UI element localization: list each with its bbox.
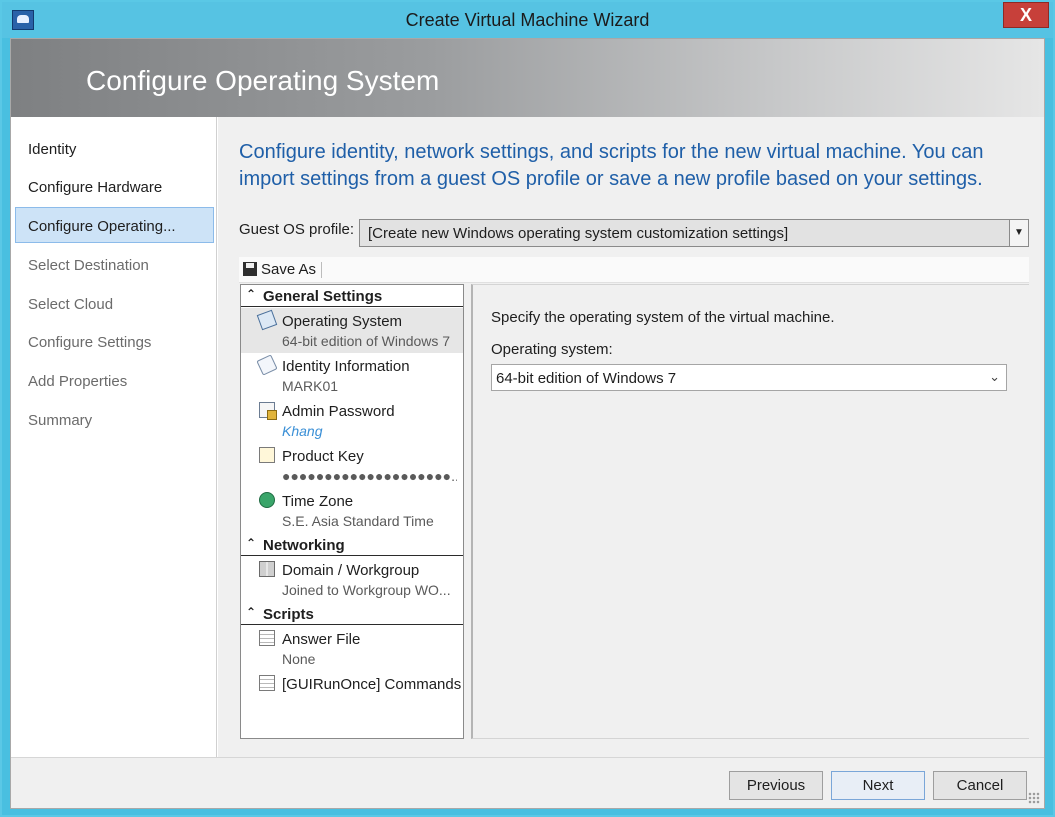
wizard-steps-nav: Identity Configure Hardware Configure Op… xyxy=(11,117,217,757)
password-icon xyxy=(259,402,277,420)
operating-system-value: 64-bit edition of Windows 7 xyxy=(496,370,677,387)
collapse-chevron-icon[interactable]: ⌃ xyxy=(246,536,256,550)
list-item-time-zone[interactable]: Time Zone S.E. Asia Standard Time xyxy=(241,488,463,533)
resize-grip-icon[interactable] xyxy=(1028,792,1040,804)
list-item-guirunonce-commands[interactable]: [GUIRunOnce] Commands xyxy=(241,671,463,716)
guest-os-profile-value: [Create new Windows operating system cus… xyxy=(368,225,789,242)
group-label: Scripts xyxy=(263,606,314,623)
next-button[interactable]: Next xyxy=(831,771,925,800)
previous-button[interactable]: Previous xyxy=(729,771,823,800)
save-as-label: Save As xyxy=(261,261,317,278)
group-header-scripts[interactable]: ⌃ Scripts xyxy=(241,603,463,625)
list-item-title: Answer File xyxy=(282,631,361,648)
group-label: General Settings xyxy=(263,288,383,305)
list-item-title: Time Zone xyxy=(282,493,354,510)
collapse-chevron-icon[interactable]: ⌃ xyxy=(246,605,256,619)
main-pane: Configure identity, network settings, an… xyxy=(218,117,1044,757)
nav-item-configure-hardware[interactable]: Configure Hardware xyxy=(28,179,162,196)
file-icon xyxy=(259,675,275,691)
network-icon xyxy=(259,561,275,577)
chevron-down-icon[interactable]: ⌄ xyxy=(989,369,1000,385)
wizard-footer: Previous Next Cancel xyxy=(11,757,1044,808)
guest-os-profile-label: Guest OS profile: xyxy=(239,221,355,238)
dropdown-arrow-icon[interactable]: ▼ xyxy=(1009,220,1028,246)
list-item-title: Identity Information xyxy=(282,358,410,375)
list-item-value: MARK01 xyxy=(282,378,339,394)
list-item-operating-system[interactable]: Operating System 64-bit edition of Windo… xyxy=(241,308,463,353)
list-item-title: Admin Password xyxy=(282,403,395,420)
toolbar-separator xyxy=(321,262,322,278)
detail-panel: Specify the operating system of the virt… xyxy=(471,284,1029,739)
list-item-domain-workgroup[interactable]: Domain / Workgroup Joined to Workgroup W… xyxy=(241,557,463,602)
guest-os-profile-dropdown[interactable]: [Create new Windows operating system cus… xyxy=(359,219,1029,247)
list-item-value: 64-bit edition of Windows 7 xyxy=(282,333,451,349)
close-button[interactable]: X xyxy=(1003,2,1049,28)
identity-icon xyxy=(256,354,278,376)
group-header-networking[interactable]: ⌃ Networking xyxy=(241,534,463,556)
page-banner: Configure Operating System xyxy=(11,39,1044,117)
list-item-product-key[interactable]: Product Key ●●●●●●●●●●●●●●●●●●●●... xyxy=(241,443,463,488)
settings-list: ⌃ General Settings Operating System 64-b… xyxy=(240,284,464,739)
os-icon xyxy=(256,309,278,331)
list-item-title: Domain / Workgroup xyxy=(282,562,420,579)
floppy-disk-icon xyxy=(243,262,257,276)
nav-item-summary: Summary xyxy=(28,412,93,429)
operating-system-dropdown[interactable]: 64-bit edition of Windows 7 ⌄ xyxy=(491,364,1007,391)
page-title: Configure Operating System xyxy=(86,65,440,96)
nav-item-identity[interactable]: Identity xyxy=(28,141,76,158)
list-item-title: Operating System xyxy=(282,313,403,330)
window-title: Create Virtual Machine Wizard xyxy=(405,10,650,30)
nav-item-select-cloud: Select Cloud xyxy=(28,296,114,313)
nav-item-configure-settings: Configure Settings xyxy=(28,334,152,351)
list-item-admin-password[interactable]: Admin Password Khang xyxy=(241,398,463,443)
wizard-content: Configure Operating System Identity Conf… xyxy=(10,38,1045,809)
title-bar[interactable]: Create Virtual Machine Wizard X xyxy=(2,2,1053,38)
save-as-button[interactable]: Save As xyxy=(243,261,316,278)
list-item-value: Khang xyxy=(282,423,323,439)
nav-item-configure-operating-system[interactable]: Configure Operating... xyxy=(28,218,176,235)
list-item-answer-file[interactable]: Answer File None xyxy=(241,626,463,671)
intro-text: Configure identity, network settings, an… xyxy=(239,141,984,190)
group-header-general-settings[interactable]: ⌃ General Settings xyxy=(241,285,463,307)
wizard-window: Create Virtual Machine Wizard X Configur… xyxy=(0,0,1055,817)
list-item-value: Joined to Workgroup WO... xyxy=(282,582,451,598)
list-item-value: None xyxy=(282,651,316,667)
list-item-value: S.E. Asia Standard Time xyxy=(282,513,434,529)
key-icon xyxy=(259,447,275,463)
nav-item-select-destination: Select Destination xyxy=(28,257,149,274)
window-frame: Create Virtual Machine Wizard X Configur… xyxy=(2,2,1053,815)
settings-toolbar: Save As xyxy=(239,257,1029,283)
cancel-button[interactable]: Cancel xyxy=(933,771,1027,800)
collapse-chevron-icon[interactable]: ⌃ xyxy=(246,287,256,301)
list-item-title: [GUIRunOnce] Commands xyxy=(282,676,462,693)
clock-icon xyxy=(259,492,275,508)
file-icon xyxy=(259,630,275,646)
operating-system-label: Operating system: xyxy=(491,341,613,358)
list-item-title: Product Key xyxy=(282,448,364,465)
detail-description: Specify the operating system of the virt… xyxy=(491,309,835,326)
group-label: Networking xyxy=(263,537,345,554)
nav-item-add-properties: Add Properties xyxy=(28,373,128,390)
list-item-value: ●●●●●●●●●●●●●●●●●●●●... xyxy=(282,468,457,484)
list-item-identity-information[interactable]: Identity Information MARK01 xyxy=(241,353,463,398)
